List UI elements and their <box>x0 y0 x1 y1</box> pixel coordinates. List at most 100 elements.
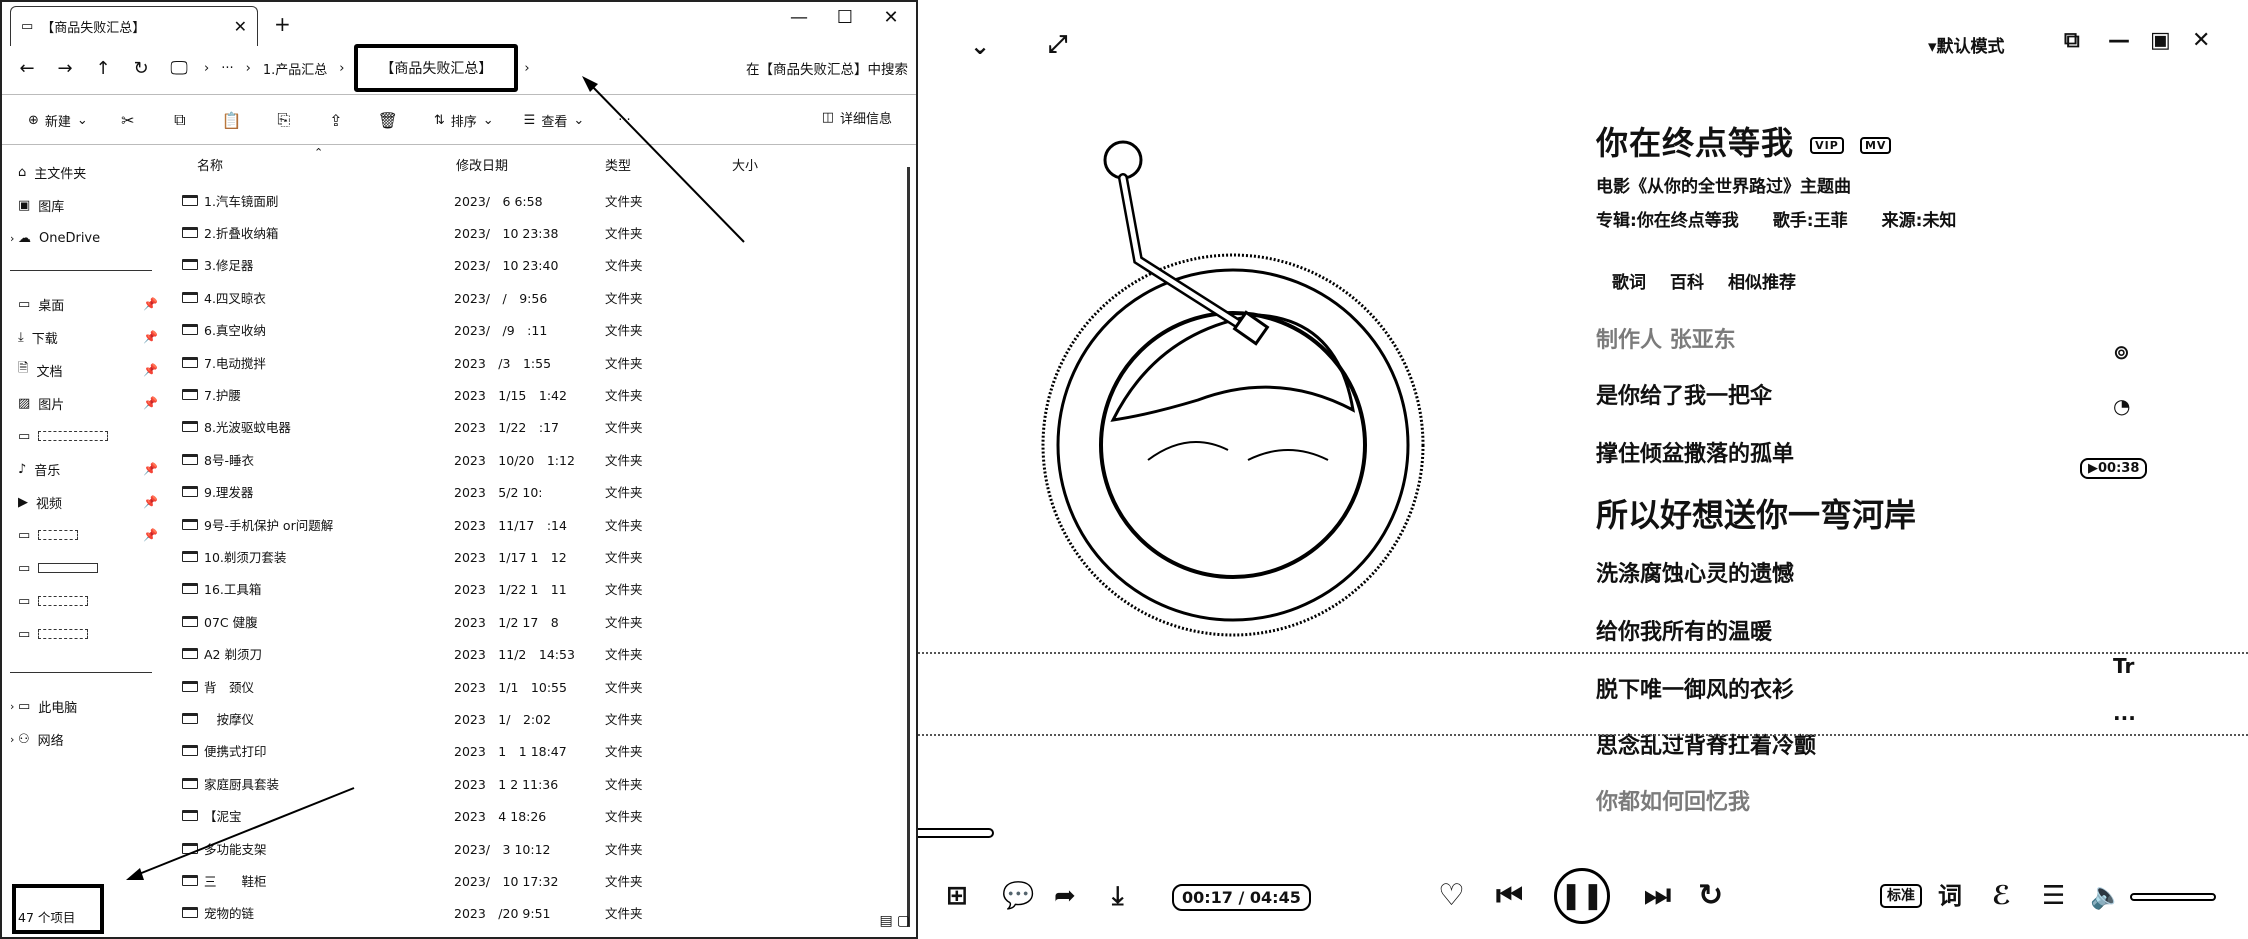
search-input[interactable]: 在【商品失败汇总】中搜索 <box>746 58 908 78</box>
volume-icon[interactable]: 🔈 <box>2090 866 2122 926</box>
breadcrumb-parent[interactable]: 1.产品汇总 <box>257 59 333 78</box>
close-window-button[interactable]: ✕ <box>868 2 914 32</box>
column-header-date[interactable]: 修改日期 <box>456 155 508 174</box>
pause-button[interactable]: ❚❚ <box>1554 868 1610 924</box>
lyric-share-icon[interactable]: ◔ <box>2113 394 2130 418</box>
lyric-line[interactable]: 思念乱过背脊扛着冷颤 <box>1596 728 1816 760</box>
add-to-playlist-icon[interactable]: ⊞ <box>946 866 968 926</box>
forward-button[interactable]: → <box>46 50 84 86</box>
more-button[interactable]: ··· <box>608 105 640 135</box>
file-row[interactable]: 9.理发器 2023 5/2 10: 文件夹 <box>182 476 742 508</box>
file-row[interactable]: 9号-手机保护 or问题解 2023 11/17 :14 文件夹 <box>182 508 742 540</box>
lyric-line[interactable]: 撑住倾盆撒落的孤单 <box>1596 436 1794 468</box>
sidebar-item-pictures[interactable]: ▨ 图片 📌 <box>18 391 158 415</box>
lyric-line-current[interactable]: 所以好想送你一弯河岸 <box>1596 490 1916 536</box>
share-icon[interactable]: ⇪ <box>320 111 352 130</box>
album-info[interactable]: 专辑:你在终点等我 <box>1596 206 1739 231</box>
minimize-button[interactable]: — <box>776 2 822 32</box>
rename-icon[interactable]: ⎘ <box>268 110 300 130</box>
up-button[interactable]: ↑ <box>84 50 122 86</box>
heart-icon[interactable]: ♡ <box>1438 866 1465 926</box>
file-row[interactable]: 8.光波驱蚊电器 2023 1/22 :17 文件夹 <box>182 411 742 443</box>
sidebar-item-redacted[interactable]: ▭ <box>18 589 158 613</box>
file-row[interactable]: 10.剃须刀套装 2023 1/17 1 12 文件夹 <box>182 540 742 572</box>
sidebar-item-redacted[interactable]: ▭ <box>18 556 158 580</box>
progress-bar[interactable] <box>918 828 994 838</box>
file-row[interactable]: 2.折叠收纳箱 2023/ 10 23:38 文件夹 <box>182 216 742 248</box>
column-header-type[interactable]: 类型 <box>605 155 631 174</box>
paste-icon[interactable]: 📋 <box>216 111 248 130</box>
sidebar-item-downloads[interactable]: ⤓ 下载 📌 <box>18 325 158 349</box>
file-row[interactable]: 8号-睡衣 2023 10/20 1:12 文件夹 <box>182 443 742 475</box>
file-row[interactable]: 便携式打印 2023 1 1 18:47 文件夹 <box>182 735 742 767</box>
close-button[interactable]: ✕ <box>2192 28 2210 53</box>
lyric-line[interactable]: 洗涤腐蚀心灵的遗憾 <box>1596 556 1794 588</box>
file-row[interactable]: 按摩仪 2023 1/ 2:02 文件夹 <box>182 702 742 734</box>
more-icon[interactable]: ··· <box>2113 706 2136 730</box>
mv-badge[interactable]: MV <box>1859 136 1892 154</box>
loop-icon[interactable]: ↻ <box>1698 866 1723 926</box>
close-tab-icon[interactable]: ✕ <box>234 17 247 36</box>
vip-badge[interactable]: VIP <box>1810 136 1844 154</box>
sidebar-item-redacted[interactable]: ▭ <box>18 424 158 448</box>
maximize-button[interactable]: ☐ <box>822 2 868 32</box>
back-button[interactable]: ← <box>8 50 46 86</box>
tab-current-folder[interactable]: ▭ 【商品失败汇总】 ✕ <box>10 6 258 46</box>
file-row[interactable]: 【泥宝 2023 4 18:26 文件夹 <box>182 800 742 832</box>
next-icon[interactable]: ⏭ <box>1644 866 1671 926</box>
playlist-icon[interactable]: ☰ <box>2042 866 2065 926</box>
download-icon[interactable]: ⤓ <box>1112 866 1124 926</box>
sidebar-item-music[interactable]: ♪ 音乐 📌 <box>18 457 158 481</box>
sidebar-item-desktop[interactable]: ▭ 桌面 📌 <box>18 292 158 316</box>
sidebar-item-documents[interactable]: 🗎 文档 📌 <box>18 358 158 382</box>
view-button[interactable]: ☰ 查看 ⌄ <box>514 105 595 135</box>
scrollbar[interactable] <box>907 167 910 927</box>
file-row[interactable]: 16.工具箱 2023 1/22 1 11 文件夹 <box>182 573 742 605</box>
details-button[interactable]: ◫ 详细信息 <box>822 108 892 127</box>
file-row[interactable]: 家庭厨具套装 2023 1 2 11:36 文件夹 <box>182 767 742 799</box>
sidebar-item-onedrive[interactable]: › ☁ OneDrive <box>10 226 158 250</box>
file-row[interactable]: 背 颈仪 2023 1/1 10:55 文件夹 <box>182 670 742 702</box>
delete-icon[interactable]: 🗑 <box>372 111 404 130</box>
new-button[interactable]: ⊕ 新建 ⌄ <box>18 105 98 135</box>
lyric-translate-icon[interactable]: Tr <box>2113 654 2134 678</box>
singer-info[interactable]: 歌手:王菲 <box>1773 206 1848 231</box>
computer-icon[interactable]: 🖵 <box>160 50 198 86</box>
file-row[interactable]: 6.真空收纳 2023/ /9 :11 文件夹 <box>182 314 742 346</box>
sidebar-item-redacted[interactable]: ▭ <box>18 622 158 646</box>
collapse-chevron-down-icon[interactable]: ⌄ <box>970 32 990 60</box>
lyrics-button[interactable]: 词 <box>1938 866 1962 926</box>
playback-mode-dropdown[interactable]: ▾默认模式 <box>1928 32 2005 57</box>
chevron-right-icon[interactable]: › <box>10 232 14 245</box>
tab-similar[interactable]: 相似推荐 <box>1728 268 1796 293</box>
share-icon[interactable]: ➦ <box>1054 866 1076 926</box>
lyric-line[interactable]: 给你我所有的温暖 <box>1596 614 1772 646</box>
cut-icon[interactable]: ✂ <box>112 111 144 130</box>
details-view-icon[interactable]: ▤ <box>880 913 893 929</box>
tab-wiki[interactable]: 百科 <box>1670 268 1704 293</box>
mini-mode-icon[interactable]: ⧉ <box>2064 28 2080 53</box>
tab-lyrics[interactable]: 歌词 <box>1612 268 1646 293</box>
file-row[interactable]: 07C 健腹 2023 1/2 17 8 文件夹 <box>182 605 742 637</box>
column-header-size[interactable]: 大小 <box>732 155 758 174</box>
comments-icon[interactable]: 💬 <box>1002 866 1034 926</box>
copy-icon[interactable]: ⧉ <box>164 110 196 130</box>
column-header-name[interactable]: 名称 <box>197 155 223 174</box>
sidebar-item-videos[interactable]: ▶ 视频 📌 <box>18 490 158 514</box>
lyric-line[interactable]: 脱下唯一御风的衣衫 <box>1596 672 1794 704</box>
sidebar-item-network[interactable]: › ⚇ 网络 <box>10 727 158 751</box>
lyric-line[interactable]: 你都如何回忆我 <box>1596 784 1750 816</box>
sort-button[interactable]: ⇅ 排序 ⌄ <box>424 105 504 135</box>
file-row[interactable]: 4.四叉晾衣 2023/ / 9:56 文件夹 <box>182 281 742 313</box>
file-row[interactable]: 多功能支架 2023/ 3 10:12 文件夹 <box>182 832 742 864</box>
sidebar-item-home[interactable]: ⌂ 主文件夹 <box>18 160 158 184</box>
sidebar-item-redacted[interactable]: ▭ 📌 <box>18 523 158 547</box>
quality-button[interactable]: 标准 <box>1880 866 1922 926</box>
new-tab-button[interactable]: + <box>274 12 291 36</box>
refresh-button[interactable]: ↻ <box>122 50 160 86</box>
effects-icon[interactable]: ℰ <box>1992 866 2011 926</box>
breadcrumb-current[interactable]: 【商品失败汇总】 <box>354 44 519 92</box>
prev-icon[interactable]: ⏮ <box>1496 866 1523 926</box>
chevron-right-icon[interactable]: › <box>10 733 14 746</box>
file-row[interactable]: 3.修足器 2023/ 10 23:40 文件夹 <box>182 249 742 281</box>
